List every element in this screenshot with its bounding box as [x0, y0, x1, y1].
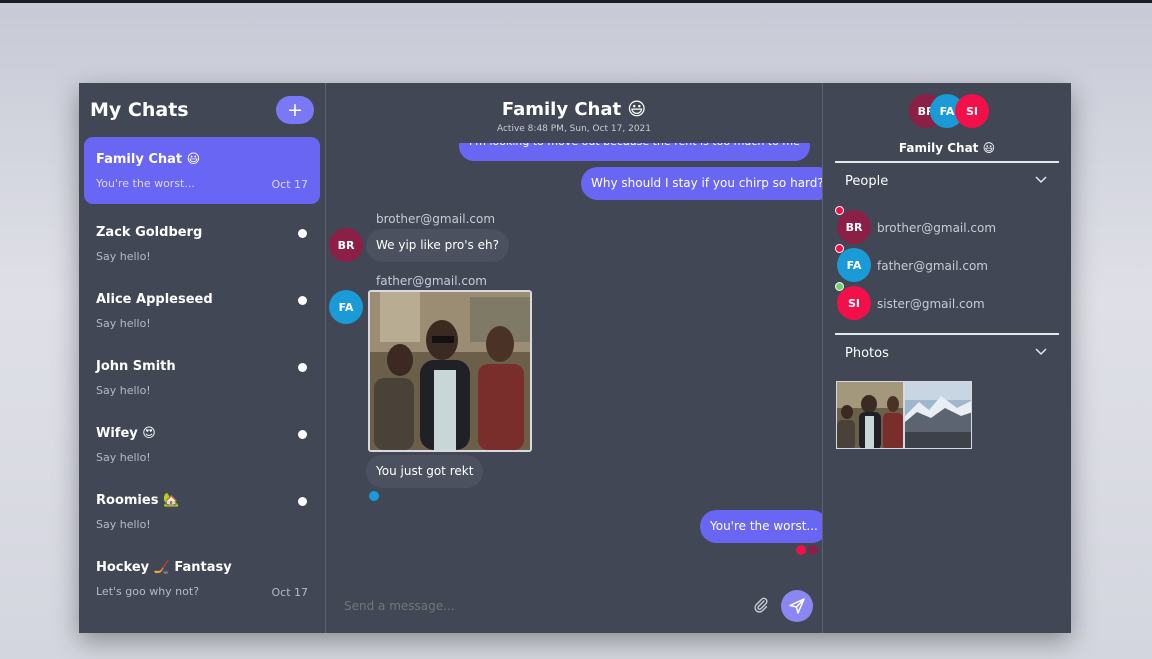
details-title: Family Chat 😃	[898, 141, 996, 155]
chat-item-zack-goldberg[interactable]: Zack Goldberg Say hello!	[84, 210, 320, 277]
message-bubble-mine: You're the worst...	[700, 510, 822, 543]
avatar-sister: SI	[837, 286, 871, 320]
paperclip-icon[interactable]	[754, 597, 768, 617]
chat-item-date: Oct 17	[271, 178, 308, 191]
offline-status-dot	[835, 206, 844, 215]
divider	[835, 333, 1059, 335]
unread-dot	[298, 363, 307, 372]
chat-item-date: Oct 17	[271, 586, 308, 599]
message-photo[interactable]	[368, 290, 532, 452]
chat-item-name: Hockey 🏒 Fantasy	[96, 560, 232, 575]
avatar-initials: FA	[338, 300, 354, 314]
unread-dot	[298, 296, 307, 305]
unread-dot	[298, 497, 307, 506]
message-sender: brother@gmail.com	[376, 212, 496, 226]
avatar-father: FA	[837, 248, 871, 282]
message-text: You just got rekt	[376, 464, 474, 478]
message-input[interactable]	[344, 599, 724, 613]
group-photo-image	[370, 292, 530, 450]
unread-dot	[298, 430, 307, 439]
chat-item-name: Zack Goldberg	[96, 225, 203, 240]
avatar-brother: BR	[837, 210, 871, 244]
avatar-initials: FA	[939, 104, 955, 118]
chevron-down-icon[interactable]	[1035, 173, 1047, 188]
offline-status-dot	[835, 244, 844, 253]
message-text: Why should I stay if you chirp so hard?	[591, 176, 823, 190]
chat-item-preview: Say hello!	[96, 518, 151, 531]
chat-item-hockey-fantasy[interactable]: Hockey 🏒 Fantasy Let's goo why not? Oct …	[84, 545, 320, 612]
person-email: sister@gmail.com	[877, 297, 985, 311]
message-bubble-theirs: We yip like pro's eh?	[366, 229, 509, 262]
avatar-father: FA	[329, 290, 363, 324]
paper-plane-icon	[789, 598, 805, 614]
chat-item-name: John Smith	[96, 359, 176, 374]
avatar-initials: BR	[337, 238, 355, 252]
avatar-initials: SI	[847, 296, 860, 310]
message-bubble-theirs: You just got rekt	[366, 455, 484, 488]
person-row[interactable]: FA father@gmail.com	[835, 244, 1057, 284]
person-row[interactable]: BR brother@gmail.com	[835, 206, 1057, 246]
chat-details-panel: BR FA SI Family Chat 😃 People BR brother…	[823, 83, 1071, 633]
chat-item-alice-appleseed[interactable]: Alice Appleseed Say hello!	[84, 277, 320, 344]
conversation-header: Family Chat 😃 Active 8:48 PM, Sun, Oct 1…	[326, 83, 822, 143]
chat-item-preview: Say hello!	[96, 384, 151, 397]
person-email: father@gmail.com	[877, 259, 988, 273]
send-button[interactable]	[781, 590, 813, 622]
avatar-brother: BR	[329, 228, 363, 262]
chat-item-wifey[interactable]: Wifey 😍 Say hello!	[84, 411, 320, 478]
unread-dot	[298, 229, 307, 238]
conversation-title: Family Chat 😃	[501, 99, 647, 120]
chat-item-preview: Say hello!	[96, 250, 151, 263]
top-edge	[0, 0, 1152, 3]
avatar-initials: FA	[846, 258, 862, 272]
chat-list-panel: My Chats + Family Chat 😃 You're the wors…	[79, 83, 326, 633]
chat-list: Family Chat 😃 You're the worst... Oct 17…	[79, 137, 325, 612]
photo-thumbnail[interactable]	[836, 381, 904, 449]
chat-app: My Chats + Family Chat 😃 You're the wors…	[79, 83, 1071, 633]
read-receipt-brother	[808, 545, 818, 555]
divider	[835, 161, 1059, 163]
avatar-initials: SI	[965, 104, 978, 118]
photo-thumbnail[interactable]	[904, 381, 972, 449]
photos-section-header[interactable]: Photos	[845, 346, 889, 361]
chat-item-name: Roomies 🏡	[96, 493, 180, 508]
chat-list-header: My Chats +	[79, 83, 325, 137]
chat-item-name: Family Chat 😃	[96, 152, 201, 167]
chat-item-family-chat[interactable]: Family Chat 😃 You're the worst... Oct 17	[84, 137, 320, 204]
member-avatar-stack: BR FA SI	[909, 94, 999, 130]
message-text: You're the worst...	[710, 519, 818, 533]
chat-item-preview: Say hello!	[96, 451, 151, 464]
chat-list-title: My Chats	[90, 99, 189, 121]
chat-item-name: Alice Appleseed	[96, 292, 213, 307]
chevron-down-icon[interactable]	[1035, 345, 1047, 360]
message-composer	[326, 581, 822, 633]
person-row[interactable]: SI sister@gmail.com	[835, 282, 1057, 322]
people-section-header[interactable]: People	[845, 174, 888, 189]
chat-item-roomies[interactable]: Roomies 🏡 Say hello!	[84, 478, 320, 545]
conversation-status: Active 8:48 PM, Sun, Oct 17, 2021	[496, 124, 652, 134]
avatar-sister: SI	[955, 94, 989, 128]
message-text: We yip like pro's eh?	[376, 238, 499, 252]
new-chat-button[interactable]: +	[276, 96, 314, 124]
plus-icon: +	[287, 99, 303, 121]
conversation-panel: Family Chat 😃 Active 8:48 PM, Sun, Oct 1…	[326, 83, 823, 633]
chat-item-name: Wifey 😍	[96, 426, 156, 441]
message-sender: father@gmail.com	[376, 274, 487, 288]
avatar-initials: BR	[845, 220, 863, 234]
person-email: brother@gmail.com	[877, 221, 997, 235]
read-receipt-father	[369, 491, 379, 501]
chat-item-preview: Say hello!	[96, 317, 151, 330]
chat-item-john-smith[interactable]: John Smith Say hello!	[84, 344, 320, 411]
online-status-dot	[835, 282, 844, 291]
message-bubble-mine: Why should I stay if you chirp so hard?	[581, 167, 823, 200]
photo-gallery	[836, 381, 972, 449]
read-receipt-sister	[796, 545, 806, 555]
